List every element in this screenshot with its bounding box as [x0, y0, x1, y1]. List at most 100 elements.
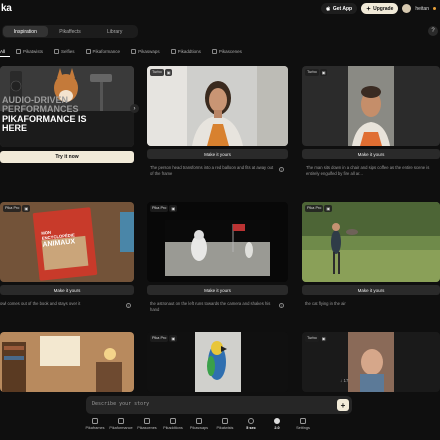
model-badge-label: Turbo [305, 335, 319, 342]
hero-headline: AUDIO-DRIVEN PERFORMANCES PIKAFORMANCE I… [2, 95, 87, 134]
filter-pikaformance[interactable]: Pikaformance [85, 48, 120, 54]
inspiration-card[interactable]: Turbo ▣ Make it yours The person head tra… [147, 66, 288, 186]
help-icon[interactable]: ? [428, 26, 438, 36]
tool-model[interactable]: 2.0 [264, 418, 290, 430]
card-thumbnail: Pika Pro ▣ [302, 202, 440, 282]
card-thumbnail: Pika Pro ▣ [147, 332, 288, 392]
model-badge: Pika Pro ▣ [305, 205, 332, 212]
filter-pikatwists[interactable]: Pikatwists [16, 48, 44, 54]
frames-icon [92, 418, 98, 424]
tool-label: Settings [296, 426, 310, 430]
make-it-yours-button[interactable]: Make it yours [302, 149, 440, 159]
man-selfie-image [302, 66, 440, 146]
tool-settings[interactable]: Settings [290, 418, 316, 430]
camera-icon: ▣ [319, 335, 328, 342]
model-badge: Pika Pro ▣ [3, 205, 30, 212]
card-thumbnail: Pika Pro ▣ [147, 202, 288, 282]
card-thumbnail: Turbo ▣ [147, 66, 288, 146]
performance-icon [118, 418, 124, 424]
info-icon[interactable]: i [279, 303, 284, 308]
model-badge: Turbo ▣ [150, 69, 173, 76]
tab-library[interactable]: Library [92, 26, 137, 37]
model-badge-label: Turbo [150, 69, 164, 76]
tool-label: Pikascenes [137, 426, 157, 430]
header-actions: Get App Upgrade heitan [320, 3, 436, 14]
performance-icon [85, 48, 91, 54]
tab-inspiration[interactable]: Inspiration [3, 26, 48, 37]
tool-pikascenes[interactable]: Pikascenes [134, 418, 160, 430]
filter-pikatwists-label: Pikatwists [23, 48, 44, 54]
model-badge-label: Pika Pro [305, 205, 324, 212]
inspiration-card[interactable]: Pika Pro ▣ [147, 332, 288, 392]
settings-icon [300, 418, 306, 424]
story-input[interactable]: Describe your story [92, 401, 149, 407]
card-thumbnail [0, 332, 134, 392]
inspiration-card[interactable]: Turbo ▣ [302, 332, 440, 392]
scenes-icon [144, 418, 150, 424]
username[interactable]: heitan [415, 6, 429, 12]
camera-icon: ▣ [319, 69, 328, 76]
selfie-icon [54, 48, 60, 54]
upgrade-button[interactable]: Upgrade [361, 3, 399, 14]
notification-dot [433, 7, 436, 10]
tool-label: 5 sec [246, 426, 256, 430]
get-app-button[interactable]: Get App [320, 3, 358, 14]
tool-label: Pikatwists [216, 426, 234, 430]
card-caption: The man sits down in a chair and sips co… [306, 165, 430, 177]
tool-pikaformance[interactable]: Pikaformance [108, 418, 134, 430]
top-bar: ka Get App Upgrade heitan [0, 0, 440, 18]
carousel-next-icon[interactable]: › [130, 104, 139, 113]
card-thumbnail: Turbo ▣ [302, 332, 440, 392]
camera-icon: ▣ [324, 205, 332, 212]
filter-all[interactable]: All [0, 49, 5, 54]
hero-line-4: HERE [2, 123, 28, 134]
filter-all-label: All [0, 48, 6, 54]
card-caption: the astronaut on the left runs towards t… [150, 301, 271, 313]
inspiration-card[interactable]: Pika Pro ▣ Make it yours the astronaut on… [147, 202, 288, 322]
card-thumbnail: Turbo ▣ [302, 66, 440, 146]
filter-pikaswaps[interactable]: Pikaswaps [131, 48, 160, 54]
info-icon[interactable]: i [279, 167, 284, 172]
clock-icon [248, 418, 254, 424]
try-it-now-button[interactable]: Try it now [0, 151, 134, 163]
inspiration-card[interactable]: Turbo ▣ Make it yours The man sits down i… [302, 66, 440, 186]
book-title: MON ENCYCLOPÉDIE ANIMAUX [41, 228, 76, 249]
tool-label: 2.0 [274, 426, 280, 430]
model-badge: Pika Pro ▣ [150, 205, 177, 212]
info-icon[interactable]: i [126, 303, 131, 308]
tab-pikaffects[interactable]: Pikaffects [48, 26, 93, 37]
prompt-box: Describe your story + [86, 396, 352, 414]
filter-selfies[interactable]: Selfies [54, 48, 75, 54]
sparkle-icon [366, 6, 372, 11]
make-it-yours-button[interactable]: Make it yours [147, 149, 288, 159]
app-logo[interactable]: ka [1, 3, 12, 14]
model-badge-label: Pika Pro [3, 205, 22, 212]
camera-icon: ▣ [169, 335, 177, 342]
make-it-yours-button[interactable]: Make it yours [0, 285, 134, 295]
add-button[interactable]: + [337, 399, 349, 411]
card-thumbnail: MON ENCYCLOPÉDIE ANIMAUX Pika Pro ▣ [0, 202, 134, 282]
tool-pikatwists[interactable]: Pikatwists [212, 418, 238, 430]
filter-pikaddtions[interactable]: Pikaddtions [170, 48, 201, 54]
tool-pikaswaps[interactable]: Pikaswaps [186, 418, 212, 430]
make-it-yours-button[interactable]: Make it yours [147, 285, 288, 295]
room-image [0, 332, 134, 392]
make-it-yours-button[interactable]: Make it yours [302, 285, 440, 295]
tool-label: Pikaframes [85, 426, 105, 430]
filter-pikaswaps-label: Pikaswaps [138, 48, 160, 54]
tool-duration[interactable]: 5 sec [238, 418, 264, 430]
filter-pikaddtions-label: Pikaddtions [177, 48, 201, 54]
scroll-hint[interactable]: ↓ 17 [340, 378, 349, 383]
user-avatar[interactable] [402, 4, 412, 13]
inspiration-card[interactable]: Pika Pro ▣ Make it yours the cat flying i… [302, 202, 440, 322]
tool-label: Pikaddtions [163, 426, 183, 430]
filter-pikascenes[interactable]: Pikascenes [211, 48, 242, 54]
inspiration-card[interactable]: MON ENCYCLOPÉDIE ANIMAUX Pika Pro ▣ Make … [0, 202, 134, 322]
cat-flying-image [302, 202, 440, 282]
category-filters: All Pikatwists Selfies Pikaformance Pika… [0, 46, 242, 56]
tool-label: Pikaswaps [189, 426, 209, 430]
tool-pikaframes[interactable]: Pikaframes [82, 418, 108, 430]
tool-pikaddtions[interactable]: Pikaddtions [160, 418, 186, 430]
inspiration-card[interactable] [0, 332, 134, 392]
tool-label: Pikaformance [109, 426, 133, 430]
